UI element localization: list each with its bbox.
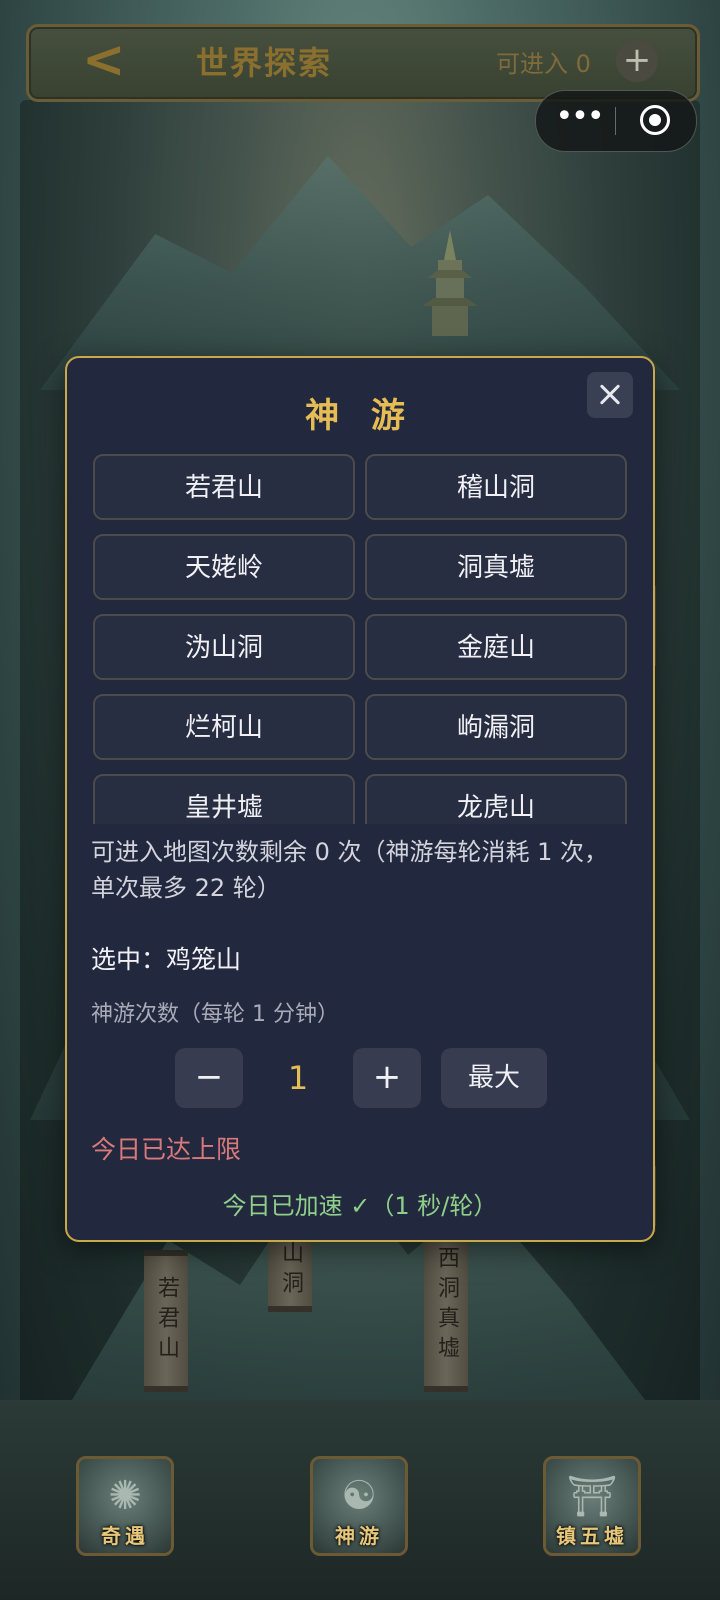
- map-option-button[interactable]: 沩山洞: [93, 614, 355, 680]
- travel-count-label: 神游次数（每轮 1 分钟）: [91, 1002, 339, 1027]
- remaining-entries-info: 可进入地图次数剩余 0 次（神游每轮消耗 1 次，单次最多 22 轮）: [91, 838, 609, 902]
- map-option-button[interactable]: 天姥岭: [93, 534, 355, 600]
- daily-limit-warning: 今日已达上限: [91, 1135, 242, 1164]
- map-list[interactable]: 若君山 稽山洞 天姥岭 洞真墟 沩山洞 金庭山 烂柯山 岣漏洞 皇井墟 龙虎山: [93, 454, 633, 824]
- speed-status: 今日已加速 ✓（1 秒/轮）: [222, 1192, 498, 1220]
- close-icon[interactable]: [587, 372, 633, 418]
- modal-title: 神 游: [305, 396, 415, 436]
- increment-button[interactable]: +: [353, 1048, 421, 1108]
- map-option-button[interactable]: 皇井墟: [93, 774, 355, 824]
- decrement-button[interactable]: −: [175, 1048, 243, 1108]
- map-option-button[interactable]: 洞真墟: [365, 534, 627, 600]
- selected-map-label: 选中：鸡笼山: [91, 945, 242, 974]
- divine-travel-modal: 神 游 若君山 稽山洞 天姥岭 洞真墟 沩山洞 金庭山 烂柯山 岣漏洞 皇井墟 …: [65, 356, 655, 1242]
- travel-count-value: 1: [287, 1059, 309, 1097]
- max-button[interactable]: 最大: [441, 1048, 547, 1108]
- map-option-button[interactable]: 烂柯山: [93, 694, 355, 760]
- map-option-button[interactable]: 稽山洞: [365, 454, 627, 520]
- map-option-button[interactable]: 若君山: [93, 454, 355, 520]
- map-option-button[interactable]: 金庭山: [365, 614, 627, 680]
- map-option-button[interactable]: 龙虎山: [365, 774, 627, 824]
- map-option-button[interactable]: 岣漏洞: [365, 694, 627, 760]
